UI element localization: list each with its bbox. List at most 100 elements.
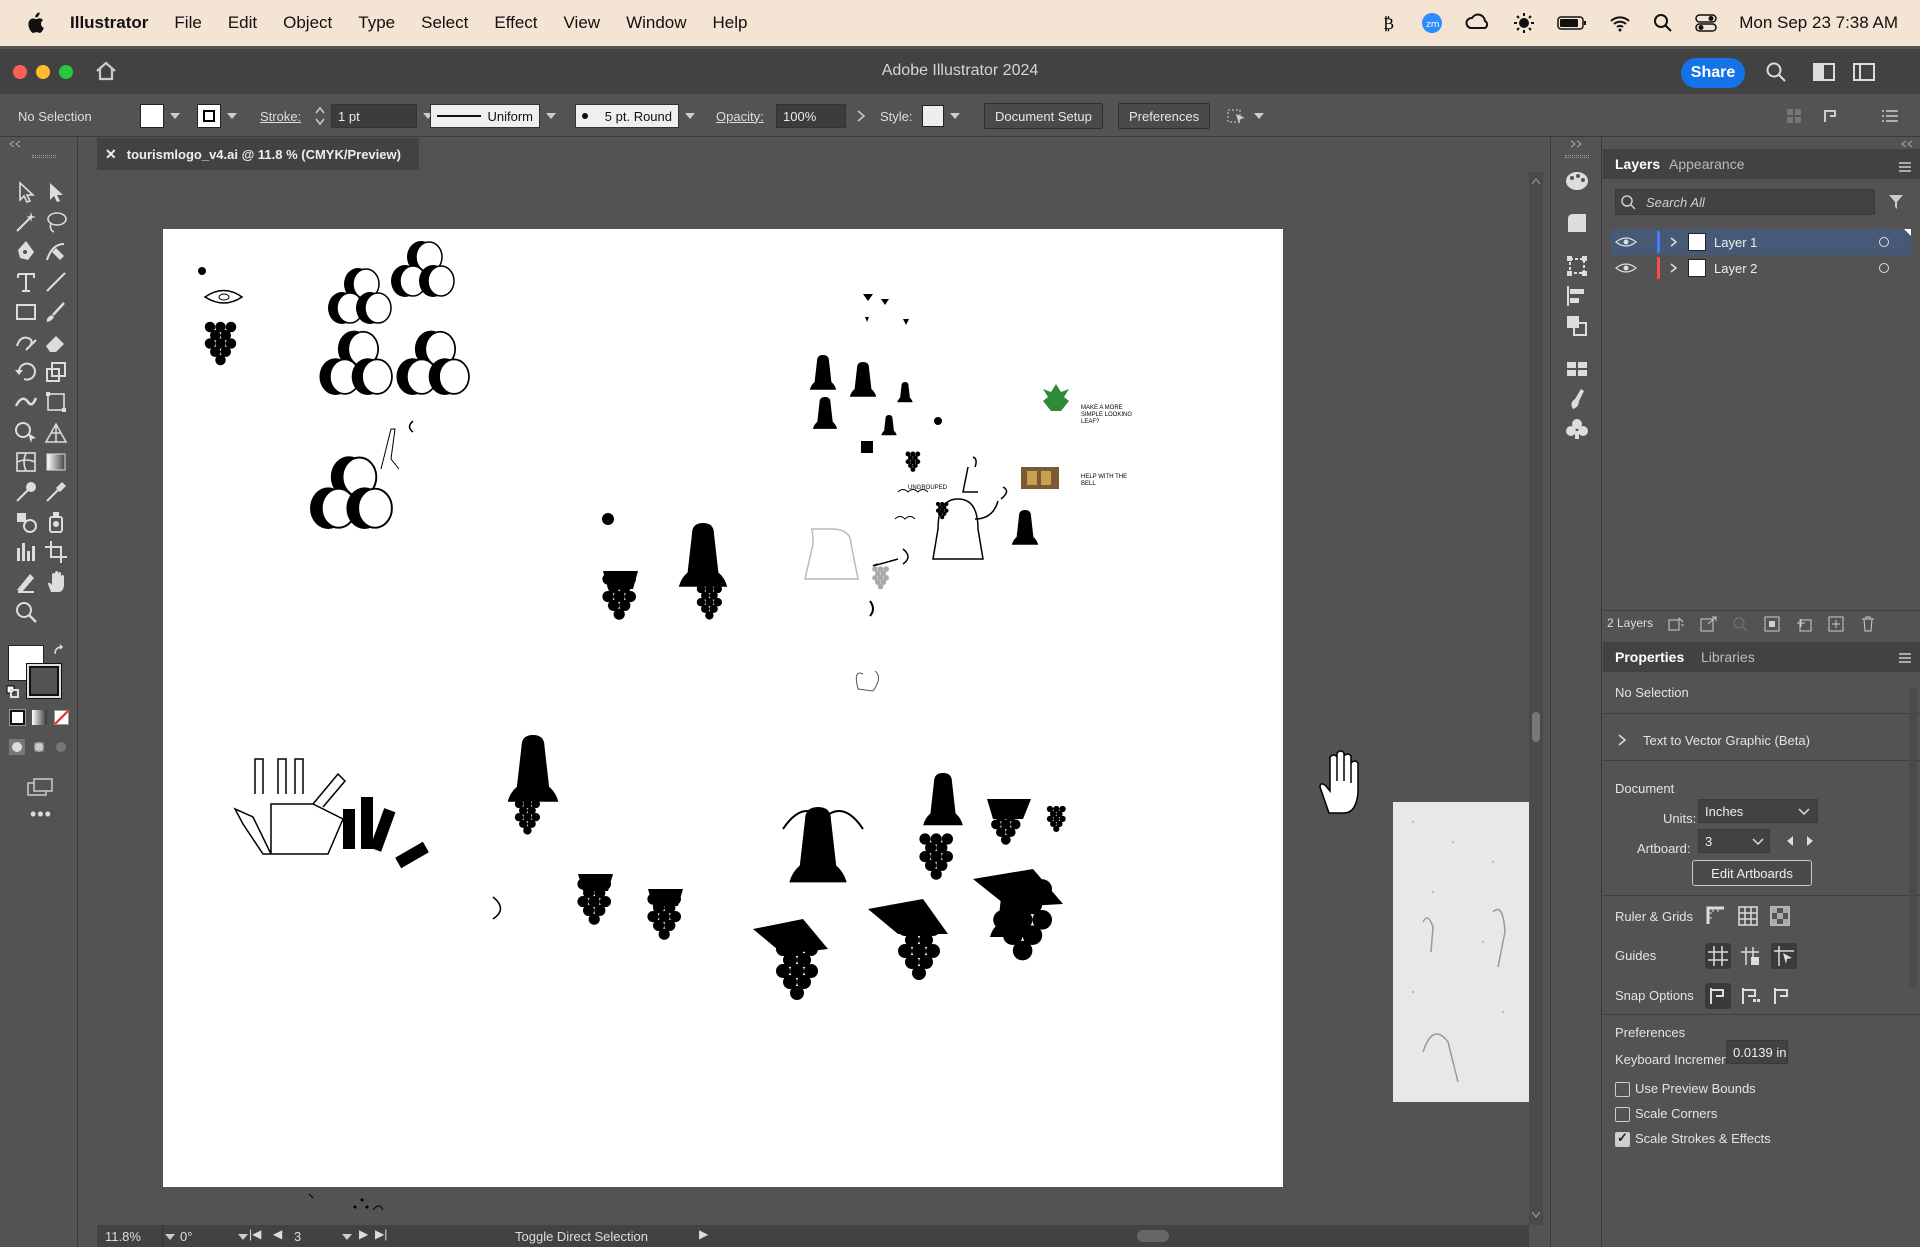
clock[interactable]: Mon Sep 23 7:38 AM <box>1739 13 1898 33</box>
share-button[interactable]: Share <box>1681 58 1745 88</box>
scale-corners-checkbox[interactable] <box>1615 1107 1630 1122</box>
selection-tool-icon[interactable] <box>12 178 40 206</box>
snap-to-pixel-icon[interactable] <box>1771 985 1793 1007</box>
locate-object-icon[interactable] <box>1699 615 1717 633</box>
vertical-scroll-thumb[interactable] <box>1532 712 1540 742</box>
text-to-vector-link[interactable]: Text to Vector Graphic (Beta) <box>1643 733 1810 748</box>
layer-row-1[interactable]: Layer 1 <box>1611 229 1911 255</box>
zoom-icon[interactable]: zm <box>1421 12 1443 34</box>
spotlight-search-icon[interactable] <box>1653 13 1673 33</box>
brush-definition[interactable]: 5 pt. Round <box>575 104 679 128</box>
snap-icon[interactable] <box>1822 107 1842 125</box>
type-tool-icon[interactable] <box>12 268 40 296</box>
scale-strokes-effects-label[interactable]: Scale Strokes & Effects <box>1635 1131 1771 1146</box>
units-dropdown[interactable]: Inches <box>1698 799 1818 823</box>
first-artboard-icon[interactable]: |◀ <box>249 1227 261 1241</box>
warp-tool-icon[interactable] <box>12 388 40 416</box>
swatches-panel-icon[interactable] <box>1563 355 1591 383</box>
use-preview-bounds-checkbox[interactable] <box>1615 1082 1630 1097</box>
vertical-scrollbar[interactable] <box>1529 172 1543 1225</box>
artboard-chevron-icon[interactable] <box>342 1234 352 1240</box>
fill-swatch[interactable] <box>140 104 164 128</box>
scale-corners-label[interactable]: Scale Corners <box>1635 1106 1717 1121</box>
edit-toolbar-more-icon[interactable]: ••• <box>30 804 52 825</box>
reference-sketch-image[interactable] <box>1393 802 1529 1102</box>
layer-name[interactable]: Layer 1 <box>1714 235 1757 250</box>
brushes-panel-icon[interactable] <box>1563 385 1591 413</box>
selection-options-chevron-icon[interactable] <box>1254 113 1264 119</box>
panel-toggle-icon[interactable] <box>1853 63 1875 81</box>
menu-type[interactable]: Type <box>358 13 395 33</box>
tab-libraries[interactable]: Libraries <box>1701 637 1755 677</box>
layer-name[interactable]: Layer 2 <box>1714 261 1757 276</box>
new-sublayer-icon[interactable] <box>1795 615 1813 633</box>
symbol-sprayer-tool-icon[interactable] <box>42 508 70 536</box>
smart-guides-icon[interactable] <box>1771 943 1797 969</box>
keyboard-increment-field[interactable]: 0.0139 in <box>1726 1040 1788 1064</box>
layer-row-2[interactable]: Layer 2 <box>1611 255 1911 281</box>
rotation-chevron-icon[interactable] <box>238 1234 248 1240</box>
app-menu[interactable]: Illustrator <box>70 13 148 33</box>
visibility-eye-icon[interactable] <box>1615 235 1637 249</box>
snap-to-grid-icon[interactable] <box>1739 985 1761 1007</box>
zoom-tool-icon[interactable] <box>12 598 40 626</box>
artboard-number[interactable]: 3 <box>294 1229 301 1244</box>
draw-inside-icon[interactable] <box>52 738 70 756</box>
default-fill-stroke-icon[interactable] <box>6 685 20 699</box>
workspace-switcher-icon[interactable] <box>1813 63 1835 81</box>
free-transform-tool-icon[interactable] <box>42 388 70 416</box>
menu-window[interactable]: Window <box>626 13 686 33</box>
control-menu-icon[interactable] <box>1882 109 1898 123</box>
shape-builder-tool-icon[interactable] <box>12 418 40 446</box>
collapse-right-panel-icon[interactable] <box>1900 139 1914 149</box>
gradient-tool-icon[interactable] <box>42 448 70 476</box>
canvas-area[interactable]: UNGROUPED MAKE A MORE SIMPLE LOOKING LEA… <box>97 172 1529 1225</box>
stroke-stepper-icon[interactable] <box>313 104 327 128</box>
horizontal-scroll-thumb[interactable] <box>1137 1230 1169 1242</box>
search-layer-icon[interactable] <box>1731 615 1749 633</box>
pen-tool-icon[interactable] <box>12 238 40 266</box>
snap-to-point-icon[interactable] <box>1705 983 1731 1009</box>
lasso-tool-icon[interactable] <box>42 208 70 236</box>
scale-tool-icon[interactable] <box>42 358 70 386</box>
line-segment-tool-icon[interactable] <box>42 268 70 296</box>
magic-wand-tool-icon[interactable] <box>12 208 40 236</box>
visibility-eye-icon[interactable] <box>1615 261 1637 275</box>
none-mode-icon[interactable] <box>54 710 69 725</box>
layer-target-icon[interactable] <box>1879 237 1889 247</box>
opacity-label[interactable]: Opacity: <box>716 109 764 124</box>
stroke-color-swatch[interactable] <box>26 663 62 699</box>
slice-tool-icon[interactable] <box>12 568 40 596</box>
edit-artboards-button[interactable]: Edit Artboards <box>1692 860 1812 886</box>
make-clipping-mask-icon[interactable] <box>1763 615 1781 633</box>
new-layer-icon[interactable] <box>1827 615 1845 633</box>
document-tab[interactable]: ✕ tourismlogo_v4.ai @ 11.8 % (CMYK/Previ… <box>97 138 419 170</box>
menu-file[interactable]: File <box>174 13 201 33</box>
menu-effect[interactable]: Effect <box>494 13 537 33</box>
prev-artboard-arrow-icon[interactable] <box>1785 835 1795 847</box>
document-setup-button[interactable]: Document Setup <box>984 103 1103 129</box>
scroll-down-arrow-icon[interactable] <box>1532 1212 1540 1218</box>
search-icon[interactable] <box>1765 61 1787 83</box>
menu-edit[interactable]: Edit <box>228 13 257 33</box>
draw-normal-icon[interactable] <box>8 738 26 756</box>
change-screen-mode-icon[interactable] <box>26 777 54 797</box>
tab-properties[interactable]: Properties <box>1615 637 1684 677</box>
properties-scrollbar[interactable] <box>1909 687 1917 987</box>
cloud-sync-icon[interactable] <box>1465 12 1491 34</box>
align-icon[interactable] <box>1785 107 1803 125</box>
zoom-chevron-icon[interactable] <box>165 1234 175 1240</box>
control-center-icon[interactable] <box>1695 13 1717 33</box>
color-guide-icon[interactable] <box>1563 167 1591 195</box>
stroke-panel-icon[interactable] <box>1563 209 1591 237</box>
artboard-dropdown[interactable]: 3 <box>1698 829 1770 853</box>
filter-icon[interactable] <box>1887 193 1905 211</box>
fill-dropdown-chevron-icon[interactable] <box>170 113 180 119</box>
scroll-up-arrow-icon[interactable] <box>1532 178 1540 184</box>
rotate-tool-icon[interactable] <box>12 358 40 386</box>
graphic-style-swatch[interactable] <box>922 105 944 127</box>
eyedropper-tool-icon[interactable] <box>42 478 70 506</box>
swap-fill-stroke-icon[interactable] <box>52 644 66 658</box>
brightness-icon[interactable] <box>1513 12 1535 34</box>
selection-options-icon[interactable] <box>1226 106 1248 126</box>
